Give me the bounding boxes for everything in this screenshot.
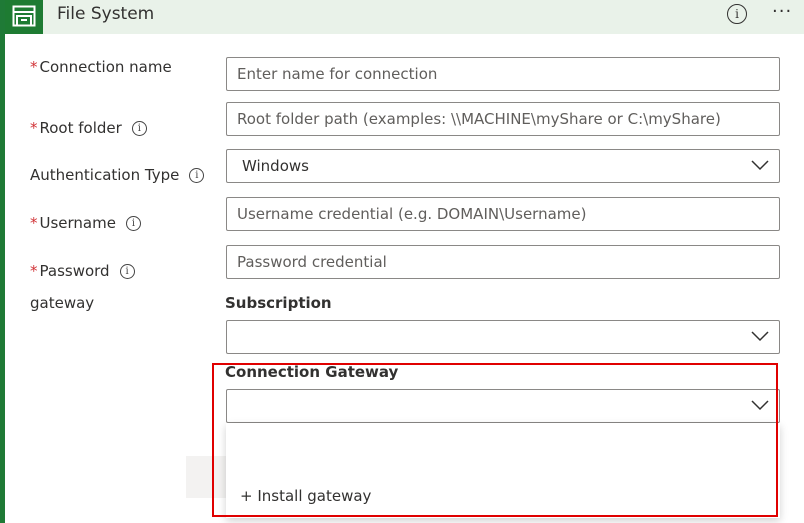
auth-type-label: Authentication Type i [30,166,205,184]
connection-name-input[interactable] [227,58,779,90]
username-label-text: Username [39,214,116,232]
chevron-down-icon [751,331,769,342]
connection-name-label-text: Connection name [39,58,172,76]
username-field[interactable] [226,197,780,231]
install-gateway-link[interactable]: + Install gateway [240,487,371,505]
auth-type-label-text: Authentication Type [30,166,180,184]
connection-name-field[interactable] [226,57,780,91]
gateway-label: gateway [30,294,95,312]
info-icon[interactable]: i [125,216,141,231]
required-marker: * [30,119,38,137]
connection-gateway-select[interactable] [226,389,780,423]
file-system-icon [5,0,43,34]
password-field[interactable] [226,245,780,279]
password-label: * Password i [30,262,135,280]
required-marker: * [30,262,38,280]
username-input[interactable] [227,198,779,230]
required-marker: * [30,58,38,76]
connection-gateway-label: Connection Gateway [225,363,399,381]
root-folder-input[interactable] [227,103,779,135]
chevron-down-icon [751,400,769,411]
root-folder-label: * Root folder i [30,119,147,137]
info-icon[interactable]: i [119,264,135,279]
subscription-label: Subscription [225,294,332,312]
auth-type-value: Windows [242,157,309,175]
connection-name-label: * Connection name [30,58,172,76]
auth-type-select[interactable]: Windows [226,149,780,183]
required-marker: * [30,214,38,232]
root-folder-field[interactable] [226,102,780,136]
info-icon[interactable]: i [727,4,747,24]
root-folder-label-text: Root folder [39,119,122,137]
subscription-select[interactable] [226,320,780,354]
password-label-text: Password [39,262,110,280]
info-icon[interactable]: i [131,121,147,136]
more-options-icon[interactable]: ··· [772,1,792,22]
chevron-down-icon [751,160,769,171]
gateway-dropdown-panel: + Install gateway [226,423,780,518]
password-input[interactable] [227,246,779,278]
connector-title: File System [57,4,155,24]
left-accent-bar [0,0,5,523]
username-label: * Username i [30,214,141,232]
info-icon[interactable]: i [189,168,205,183]
